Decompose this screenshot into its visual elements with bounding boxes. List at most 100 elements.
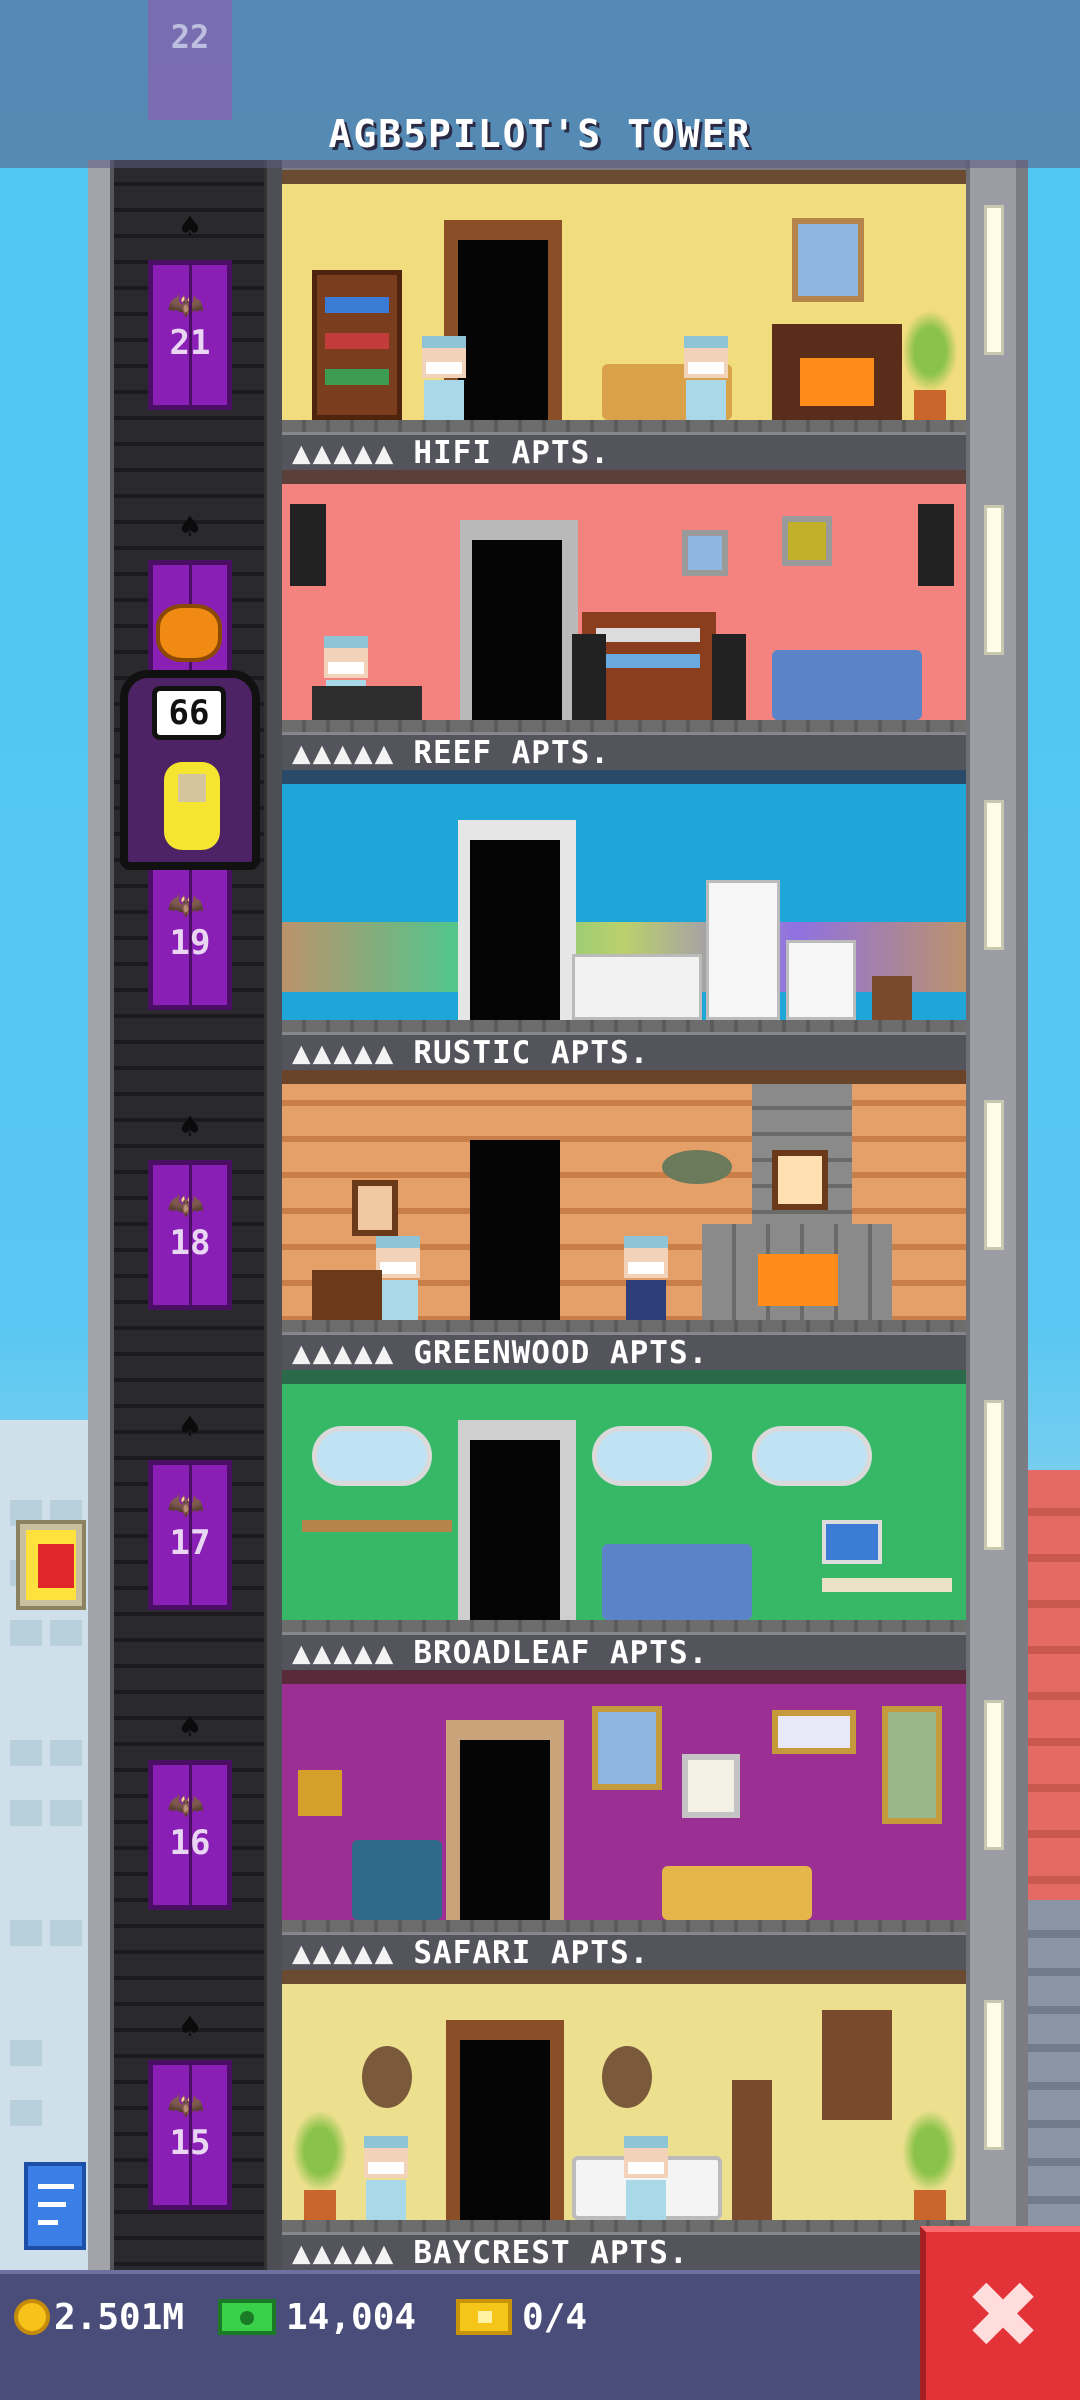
floor-rustic[interactable] [282, 1070, 966, 1332]
stove [786, 940, 856, 1020]
floor-reef[interactable] [282, 770, 966, 1032]
painting [682, 1754, 740, 1818]
apartment-door[interactable] [460, 1740, 550, 1920]
close-icon: ✖ [964, 2262, 1042, 2369]
elevator-door-19[interactable]: 🦇 19 [148, 860, 232, 1010]
resident[interactable] [622, 2136, 670, 2220]
elevator-floor-label: 16 [169, 1823, 211, 1863]
floor-broadleaf[interactable] [282, 1670, 966, 1932]
tribal-mask [602, 2046, 652, 2108]
floor-name-bar: ▲▲▲▲▲ BAYCREST APTS. [282, 2232, 966, 2271]
bookshelf [312, 270, 402, 420]
wall-light [984, 1700, 1004, 1850]
window [312, 1426, 432, 1486]
painting [592, 1706, 662, 1790]
resident[interactable] [420, 336, 468, 420]
elevator-door-21[interactable]: 🦇 21 [148, 260, 232, 410]
spade-ornament-icon: ♠ [179, 2007, 201, 2047]
armchair [352, 1840, 442, 1920]
resident[interactable] [682, 336, 730, 420]
ticket-icon [456, 2299, 512, 2335]
spade-ornament-icon: ♠ [179, 1107, 201, 1147]
apartment-door[interactable] [470, 1140, 560, 1320]
elevator-floor-label: 18 [169, 1223, 211, 1263]
close-button[interactable]: ✖ [920, 2226, 1080, 2400]
stone-fireplace [702, 1224, 892, 1320]
bat-icon: 🦇 [167, 2088, 205, 2123]
kitchen-counter [572, 954, 702, 1020]
resident[interactable] [362, 2136, 410, 2220]
mounted-fish [662, 1150, 732, 1184]
floor-name-bar: ▲▲▲▲▲ GREENWOOD APTS. [282, 1332, 966, 1371]
bat-icon: 🦇 [167, 1488, 205, 1523]
elevator-door-22[interactable]: 22 [148, 0, 232, 120]
potted-plant [902, 2110, 958, 2220]
desk [822, 1578, 952, 1592]
desk [312, 686, 422, 720]
floor-name-bar: ▲▲▲▲▲ RUSTIC APTS. [282, 1032, 966, 1071]
wall-light [984, 800, 1004, 950]
spade-ornament-icon: ♠ [179, 207, 201, 247]
city-building-right-gray [1020, 1900, 1080, 2280]
floor-name-bar: ▲▲▲▲▲ BROADLEAF APTS. [282, 1632, 966, 1671]
apartment-door[interactable] [458, 240, 548, 420]
bat-icon: 🦇 [167, 1188, 205, 1223]
bat-icon: 🦇 [167, 1788, 205, 1823]
elevator-door-15[interactable]: 🦇 15 [148, 2060, 232, 2210]
lamp [298, 1770, 342, 1816]
cash-icon [218, 2299, 276, 2335]
resident[interactable] [622, 1236, 670, 1320]
painting [782, 516, 832, 566]
apartment-door[interactable] [470, 1440, 560, 1620]
painting [792, 218, 864, 302]
speaker [918, 504, 954, 586]
vip-elevator-car[interactable]: 66 [120, 670, 260, 870]
window-shutter [822, 2010, 892, 2120]
fireplace [772, 324, 902, 420]
table [872, 976, 912, 1020]
vip-count-badge: 66 [152, 686, 226, 740]
potted-plant [902, 310, 958, 420]
elevator-floor-label: 17 [169, 1523, 211, 1563]
bux-stat[interactable]: 14,004 [218, 2293, 416, 2341]
bux-value: 14,004 [286, 2296, 417, 2338]
apartment-door[interactable] [470, 840, 560, 1020]
floor-fawlty[interactable] [282, 170, 966, 432]
elevator-rail [264, 160, 282, 2280]
wall-light [984, 1100, 1004, 1250]
coin-icon [14, 2299, 50, 2335]
coins-stat[interactable]: 2.501M [14, 2293, 184, 2341]
elevator-door-16[interactable]: 🦇 16 [148, 1760, 232, 1910]
apartment-door[interactable] [472, 540, 562, 720]
notification-icon[interactable] [24, 2162, 86, 2250]
wall-light [984, 505, 1004, 655]
floor-greenwood[interactable] [282, 1370, 966, 1632]
painting [772, 1710, 856, 1754]
vip-passenger [164, 762, 220, 850]
tickets-stat[interactable]: 0/4 [456, 2293, 587, 2341]
bat-icon: 🦇 [167, 288, 205, 323]
tickets-value: 0/4 [522, 2296, 588, 2338]
sofa [772, 650, 922, 720]
floor-name-bar: ▲▲▲▲▲ HIFI APTS. [282, 432, 966, 471]
sofa [602, 1544, 752, 1620]
spade-ornament-icon: ♠ [179, 1407, 201, 1447]
wall-light [984, 2000, 1004, 2150]
table [312, 1270, 382, 1320]
floor-hifi[interactable] [282, 470, 966, 732]
floor-name-bar: ▲▲▲▲▲ REEF APTS. [282, 732, 966, 771]
apartment-door[interactable] [460, 2040, 550, 2220]
painting [772, 1150, 828, 1210]
refrigerator [706, 880, 780, 1020]
elevator-door-18[interactable]: 🦇 18 [148, 1160, 232, 1310]
elevator-door-17[interactable]: 🦇 17 [148, 1460, 232, 1610]
floor-safari[interactable] [282, 1970, 966, 2232]
floor-name-bar: ▲▲▲▲▲ SAFARI APTS. [282, 1932, 966, 1971]
painting [682, 530, 728, 576]
tribal-mask [362, 2046, 412, 2108]
coins-value: 2.501M [54, 2296, 185, 2338]
tower-left-wall [88, 160, 114, 2280]
tower-title: AGB5PILOT'S TOWER [328, 112, 752, 156]
wall-light [984, 205, 1004, 355]
window [752, 1426, 872, 1486]
